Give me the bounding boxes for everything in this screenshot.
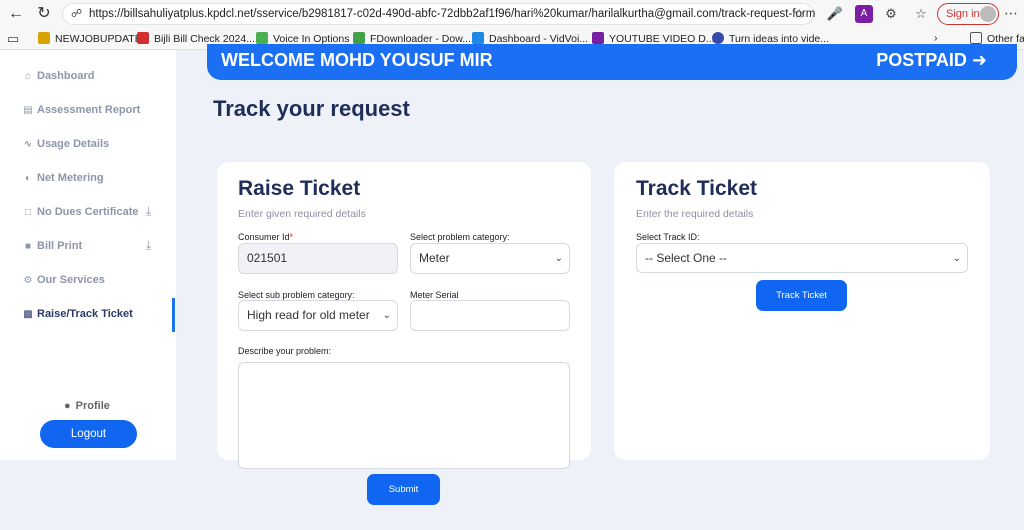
report-icon: ▤ <box>23 105 33 116</box>
raise-ticket-title: Raise Ticket <box>238 177 361 200</box>
describe-label: Describe your problem: <box>238 346 332 356</box>
track-ticket-subtitle: Enter the required details <box>636 208 754 220</box>
back-arrow-icon[interactable]: ← <box>6 4 26 24</box>
track-ticket-button[interactable]: Track Ticket <box>756 280 847 311</box>
reload-icon[interactable]: ↻ <box>34 4 54 24</box>
plan-label: POSTPAID <box>876 50 967 70</box>
page-title: Track your request <box>213 96 410 121</box>
chevron-down-icon: ⌄ <box>554 253 563 264</box>
track-id-select[interactable]: -- Select One -- ⌄ <box>636 243 968 273</box>
download-icon[interactable]: ⤓ <box>146 238 151 253</box>
sidebar-item-net-metering[interactable]: ◐ Net Metering <box>22 172 104 184</box>
problem-category-value: Meter <box>419 251 450 265</box>
problem-category-select[interactable]: Meter ⌄ <box>410 243 570 274</box>
meter-icon: ◐ <box>24 173 32 184</box>
browser-toolbar: ← ↻ ☍ https://billsahuliyatplus.kpdcl.ne… <box>0 0 1024 28</box>
active-indicator <box>172 298 175 332</box>
track-id-value: -- Select One -- <box>645 251 728 265</box>
file-icon: ■ <box>24 241 32 252</box>
file-icon: □ <box>24 207 32 218</box>
sign-in-button[interactable]: Sign in <box>937 3 999 25</box>
submit-button[interactable]: Submit <box>367 474 440 505</box>
chevron-down-icon: ⌄ <box>382 310 391 321</box>
category-label: Select problem category: <box>410 232 510 242</box>
describe-problem-textarea[interactable] <box>238 362 570 469</box>
sidebar-item-label: Our Services <box>37 274 105 286</box>
gears-icon: ⚙ <box>23 275 33 286</box>
sidebar-item-label: Usage Details <box>37 138 110 150</box>
extensions-puzzle-icon[interactable]: ⚙ <box>882 5 900 23</box>
bookmark-favicon-icon <box>353 32 365 44</box>
bookmarks-overflow-icon[interactable]: › <box>934 32 938 44</box>
bookmark-favicon-icon <box>712 32 724 44</box>
page: ⌂ Dashboard ▤ Assessment Report ∿ Usage Det… <box>0 44 1024 530</box>
sidebar-item-label: Dashboard <box>37 70 95 82</box>
sidebar-item-assessment-report[interactable]: ▤ Assessment Report <box>22 104 140 116</box>
welcome-banner: WELCOME MOHD YOUSUF MIR POSTPAID ➜ <box>207 44 1017 80</box>
address-bar[interactable]: ☍ https://billsahuliyatplus.kpdcl.net/ss… <box>62 3 815 25</box>
site-info-icon[interactable]: ☍ <box>71 7 82 20</box>
sidebar-item-no-dues-certificate[interactable]: □ No Dues Certificate <box>22 206 139 218</box>
sub-problem-category-value: High read for old meter <box>247 308 370 322</box>
extension-a-icon[interactable]: A <box>855 5 873 23</box>
profile-label: Profile <box>75 400 110 412</box>
avatar <box>980 6 996 22</box>
sidebar-item-label: Assessment Report <box>37 104 141 116</box>
sidebar-item-label: Net Metering <box>37 172 104 184</box>
meter-serial-label: Meter Serial <box>410 290 459 300</box>
download-icon[interactable]: ⤓ <box>146 204 151 219</box>
consumer-id-field[interactable]: 021501 <box>238 243 398 274</box>
url-text[interactable]: https://billsahuliyatplus.kpdcl.net/sser… <box>89 8 815 20</box>
sign-in-label: Sign in <box>946 8 980 20</box>
track-ticket-title: Track Ticket <box>636 177 758 200</box>
welcome-text: WELCOME MOHD YOUSUF MIR <box>221 50 493 70</box>
bookmark-item[interactable]: NEWJOBUPDATE <box>38 32 142 45</box>
favorite-star-icon[interactable]: ☆ <box>793 6 805 22</box>
bookmark-favicon-icon <box>256 32 268 44</box>
meter-serial-field[interactable] <box>410 300 570 331</box>
profile-link[interactable]: ● Profile <box>64 400 110 412</box>
consumer-id-label-text: Consumer Id <box>238 232 290 242</box>
chart-icon: ∿ <box>23 139 33 150</box>
bookmark-favicon-icon <box>472 32 484 44</box>
more-menu-icon[interactable]: ⋯ <box>1004 5 1018 22</box>
folder-icon <box>970 32 982 44</box>
sidebar-item-label: No Dues Certificate <box>37 206 139 218</box>
chevron-down-icon: ⌄ <box>952 253 961 264</box>
bookmark-label: NEWJOBUPDATE <box>55 33 142 45</box>
bookmark-favicon-icon <box>137 32 149 44</box>
sub-problem-category-select[interactable]: High read for old meter ⌄ <box>238 300 398 331</box>
plan-text: POSTPAID ➜ <box>876 50 987 71</box>
consumer-id-label: Consumer Id* <box>238 232 293 242</box>
track-ticket-card <box>614 162 990 460</box>
user-icon: ● <box>64 400 71 412</box>
sidebar-item-bill-print[interactable]: ■ Bill Print <box>22 240 82 252</box>
sidebar-item-dashboard[interactable]: ⌂ Dashboard <box>22 70 95 82</box>
track-id-label: Select Track ID: <box>636 232 700 242</box>
sidebar: ⌂ Dashboard ▤ Assessment Report ∿ Usage Det… <box>0 50 176 460</box>
ticket-icon: ▩ <box>23 309 33 320</box>
sidebar-item-raise-track-ticket[interactable]: ▩ Raise/Track Ticket <box>22 308 133 320</box>
favorites-icon[interactable]: ☆ <box>912 5 930 23</box>
sidebar-item-our-services[interactable]: ⚙ Our Services <box>22 274 105 286</box>
logout-button[interactable]: Logout <box>40 420 137 448</box>
raise-ticket-subtitle: Enter given required details <box>238 208 366 220</box>
microphone-icon[interactable]: 🎤 <box>826 5 844 23</box>
bookmark-favicon-icon <box>592 32 604 44</box>
sidebar-item-label: Bill Print <box>37 240 83 252</box>
tab-actions-icon[interactable]: ▭ <box>4 30 22 48</box>
sidebar-item-usage-details[interactable]: ∿ Usage Details <box>22 138 109 150</box>
sidebar-item-label: Raise/Track Ticket <box>37 308 133 320</box>
arrow-icon: ➜ <box>971 50 987 70</box>
required-asterisk: * <box>289 232 294 242</box>
home-icon: ⌂ <box>24 71 32 82</box>
bookmark-favicon-icon <box>38 32 50 44</box>
sub-category-label: Select sub problem category: <box>238 290 355 300</box>
